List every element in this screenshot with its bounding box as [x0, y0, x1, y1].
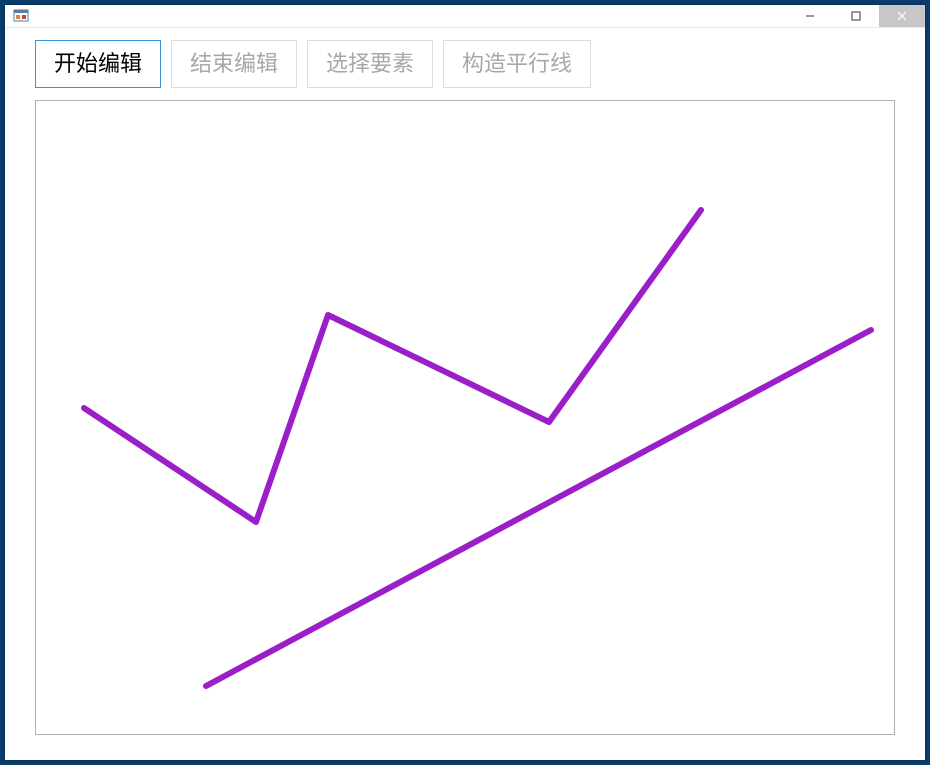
construct-parallel-button[interactable]: 构造平行线 — [443, 40, 591, 88]
close-icon — [897, 11, 907, 21]
close-button[interactable] — [879, 5, 925, 27]
canvas-svg — [36, 101, 894, 734]
select-feature-button[interactable]: 选择要素 — [307, 40, 433, 88]
app-icon — [13, 8, 29, 24]
window-controls — [787, 5, 925, 27]
polyline-shape — [84, 210, 701, 522]
maximize-icon — [851, 11, 861, 21]
start-edit-button[interactable]: 开始编辑 — [35, 40, 161, 88]
end-edit-button[interactable]: 结束编辑 — [171, 40, 297, 88]
application-window: 开始编辑 结束编辑 选择要素 构造平行线 — [5, 5, 925, 760]
titlebar — [5, 5, 925, 28]
toolbar: 开始编辑 结束编辑 选择要素 构造平行线 — [35, 40, 895, 88]
minimize-icon — [805, 11, 815, 21]
content-area: 开始编辑 结束编辑 选择要素 构造平行线 — [5, 28, 925, 760]
drawing-canvas[interactable] — [35, 100, 895, 735]
minimize-button[interactable] — [787, 5, 833, 27]
maximize-button[interactable] — [833, 5, 879, 27]
